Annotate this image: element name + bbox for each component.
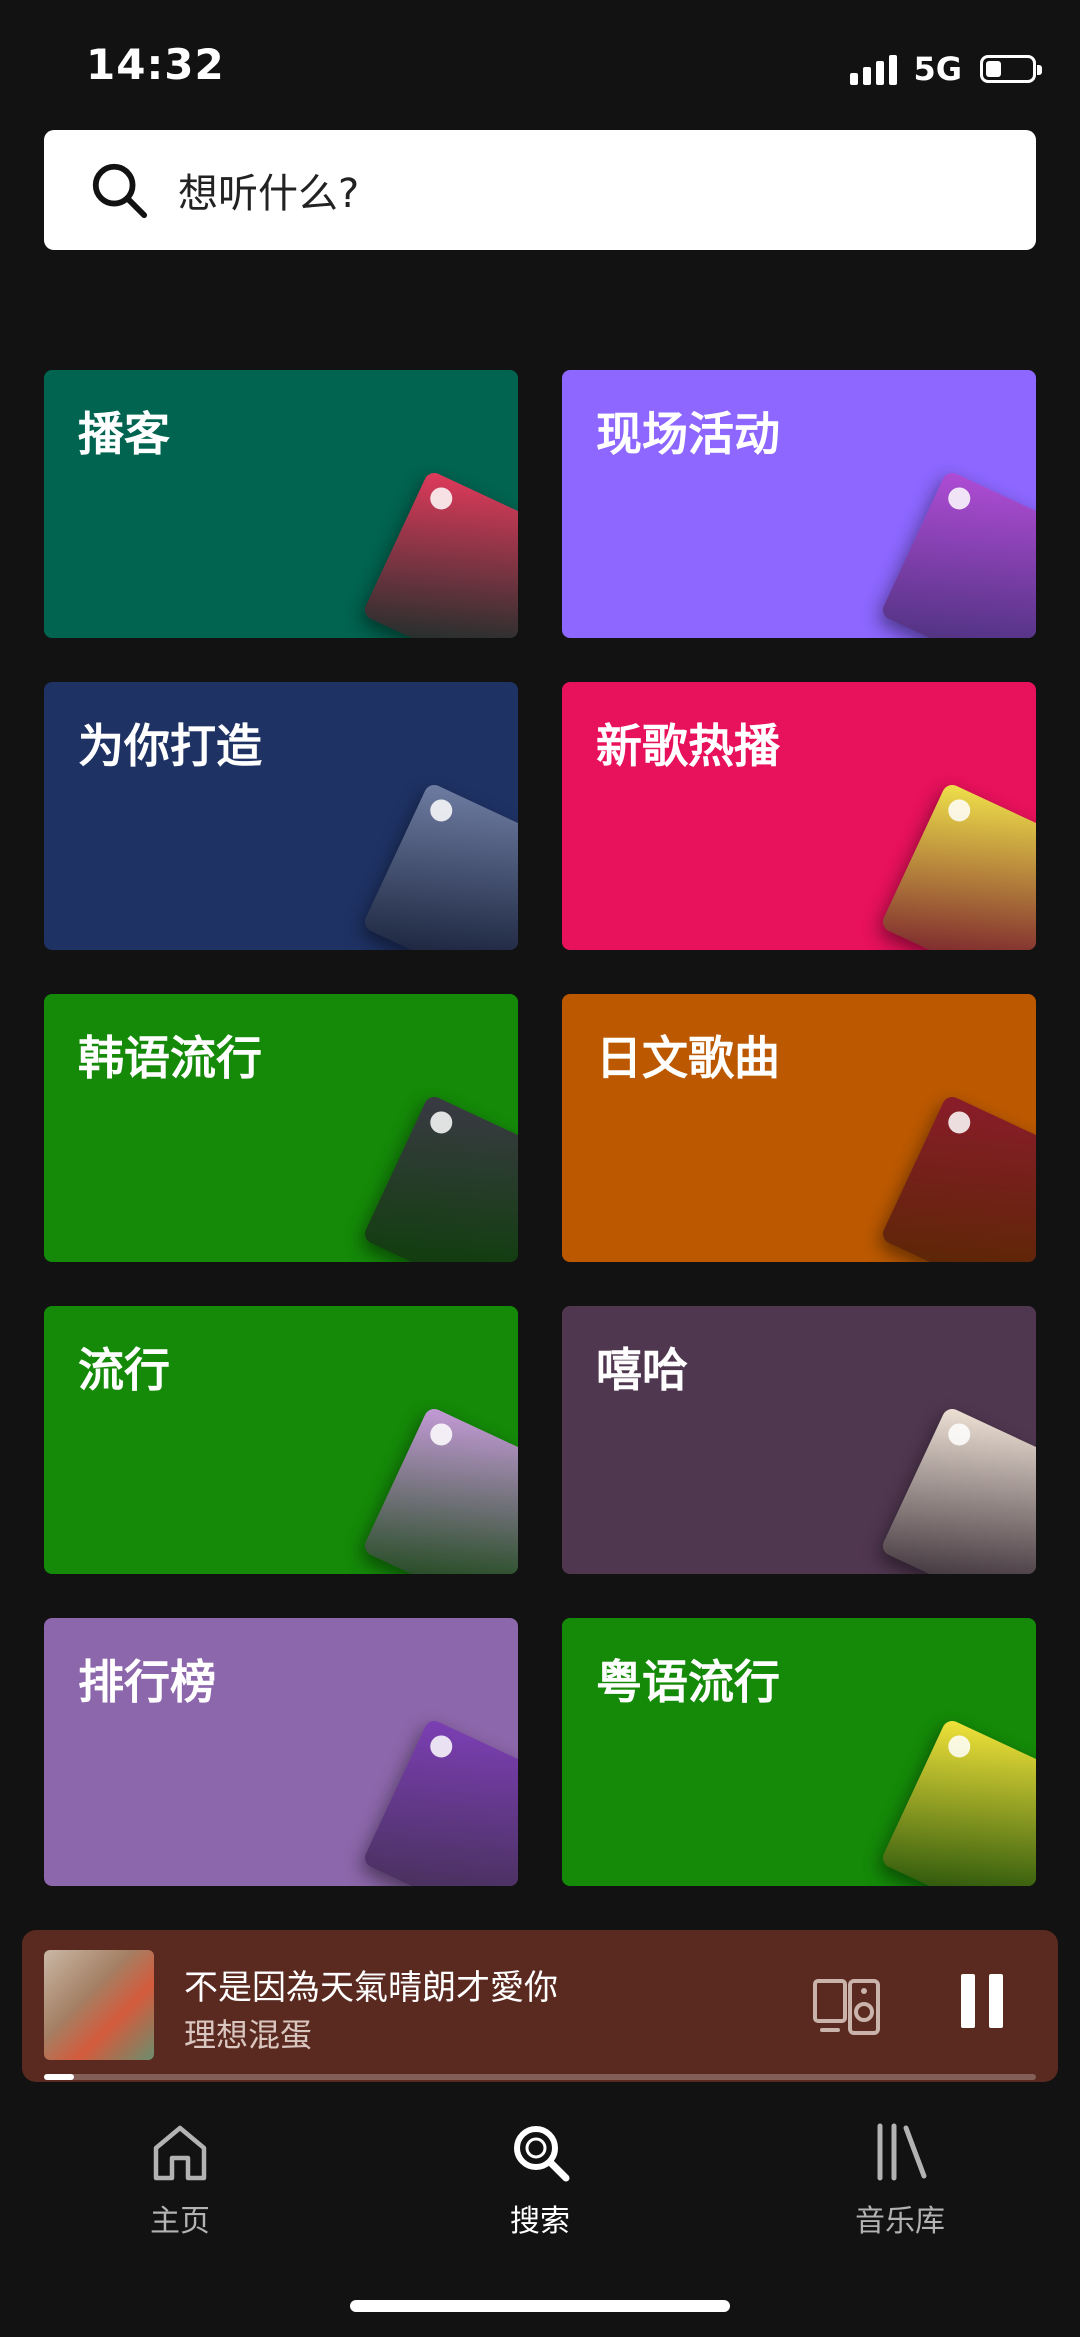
nav-library[interactable]: 音乐库 bbox=[720, 2090, 1080, 2240]
pause-icon bbox=[961, 1974, 975, 2028]
progress-track[interactable] bbox=[44, 2074, 1036, 2080]
search-icon bbox=[514, 2126, 570, 2182]
album-cover bbox=[44, 1950, 154, 2060]
podcast-cover-icon bbox=[361, 469, 518, 638]
network-label: 5G bbox=[913, 50, 962, 88]
category-card-pop[interactable]: 流行 bbox=[44, 1306, 518, 1574]
search-icon bbox=[92, 163, 148, 219]
search-input[interactable]: 想听什么? bbox=[44, 130, 1036, 250]
category-title: 日文歌曲 bbox=[596, 1031, 780, 1085]
pop-cover-icon bbox=[361, 1405, 518, 1574]
status-bar: 14:32 5G bbox=[0, 0, 1080, 120]
category-title: 韩语流行 bbox=[78, 1031, 262, 1085]
category-card-live-events[interactable]: 现场活动 bbox=[562, 370, 1036, 638]
nav-label: 音乐库 bbox=[855, 2204, 945, 2239]
category-title: 粤语流行 bbox=[596, 1655, 780, 1709]
mini-player[interactable]: 不是因為天氣晴朗才愛你 理想混蛋 bbox=[22, 1930, 1058, 2082]
signal-icon bbox=[850, 53, 898, 85]
category-grid: 播客 现场活动 为你打造 新歌热播 韩语流行 日文歌曲 流行 嘻哈 排行榜 粤语… bbox=[44, 370, 1036, 1886]
concert-cover-icon bbox=[879, 469, 1036, 638]
category-card-made-for-you[interactable]: 为你打造 bbox=[44, 682, 518, 950]
category-title: 嘻哈 bbox=[596, 1343, 688, 1397]
status-time: 14:32 bbox=[86, 40, 225, 89]
progress-fill bbox=[44, 2074, 74, 2080]
category-title: 为你打造 bbox=[78, 719, 262, 773]
nav-label: 搜索 bbox=[510, 2204, 570, 2239]
pop-mix-cover-icon bbox=[361, 781, 518, 950]
category-card-new-releases[interactable]: 新歌热播 bbox=[562, 682, 1036, 950]
bottom-nav: 主页 搜索 音乐库 bbox=[0, 2090, 1080, 2240]
connect-device-icon[interactable] bbox=[812, 1978, 882, 2036]
category-card-hiphop[interactable]: 嘻哈 bbox=[562, 1306, 1036, 1574]
pause-icon-bar bbox=[989, 1974, 1003, 2028]
category-title: 现场活动 bbox=[596, 407, 780, 461]
hiphop-cover-icon bbox=[879, 1405, 1036, 1574]
tokyo-cover-icon bbox=[879, 1093, 1036, 1262]
category-card-kpop[interactable]: 韩语流行 bbox=[44, 994, 518, 1262]
category-card-charts[interactable]: 排行榜 bbox=[44, 1618, 518, 1886]
cantopop-cover-icon bbox=[879, 1717, 1036, 1886]
track-artist: 理想混蛋 bbox=[184, 2016, 313, 2054]
search-placeholder: 想听什么? bbox=[178, 171, 360, 217]
category-card-japanese[interactable]: 日文歌曲 bbox=[562, 994, 1036, 1262]
category-title: 播客 bbox=[78, 407, 170, 461]
pause-button[interactable] bbox=[952, 1974, 1012, 2038]
category-card-podcasts[interactable]: 播客 bbox=[44, 370, 518, 638]
charts-cover-icon bbox=[361, 1717, 518, 1886]
library-icon bbox=[877, 2123, 927, 2181]
category-title: 排行榜 bbox=[78, 1655, 216, 1709]
category-title: 新歌热播 bbox=[596, 719, 780, 773]
battery-icon bbox=[980, 55, 1042, 83]
home-icon bbox=[153, 2125, 207, 2181]
track-title: 不是因為天氣晴朗才愛你 bbox=[184, 1968, 558, 2008]
status-indicators: 5G bbox=[850, 50, 1042, 88]
nav-search[interactable]: 搜索 bbox=[360, 2090, 720, 2240]
new-music-cover-icon bbox=[879, 781, 1036, 950]
category-card-cantopop[interactable]: 粤语流行 bbox=[562, 1618, 1036, 1886]
category-title: 流行 bbox=[78, 1343, 170, 1397]
nav-home[interactable]: 主页 bbox=[0, 2090, 360, 2240]
nav-label: 主页 bbox=[150, 2204, 210, 2239]
home-indicator[interactable] bbox=[350, 2300, 730, 2312]
kpop-cover-icon bbox=[361, 1093, 518, 1262]
